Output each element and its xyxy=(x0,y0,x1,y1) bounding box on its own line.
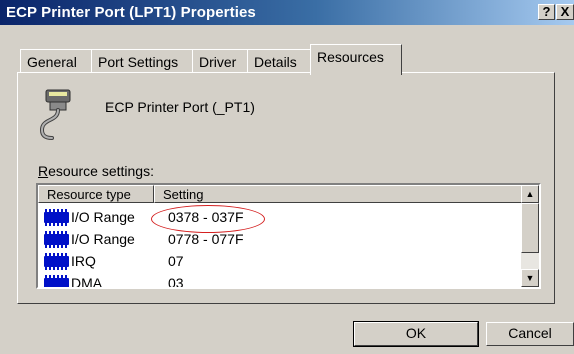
parallel-port-cable-icon xyxy=(39,89,71,140)
tab-general[interactable]: General xyxy=(20,49,92,73)
resource-settings-label: Resource settings: xyxy=(38,163,154,179)
resource-type: I/O Range xyxy=(71,231,135,247)
chip-icon xyxy=(44,253,69,270)
column-header-label: Resource type xyxy=(47,187,131,202)
help-button[interactable]: ? xyxy=(538,4,555,20)
tab-port-settings[interactable]: Port Settings xyxy=(91,49,193,73)
column-header-resource-type[interactable]: Resource type xyxy=(38,185,154,203)
title-bar[interactable]: ECP Printer Port (LPT1) Properties ? X xyxy=(0,0,574,25)
resource-setting: 0378 - 037F xyxy=(168,209,244,225)
scroll-up-arrow-icon[interactable]: ▲ xyxy=(521,185,539,203)
resource-setting: 07 xyxy=(168,253,184,269)
window-title: ECP Printer Port (LPT1) Properties xyxy=(6,4,256,21)
column-header-label: Setting xyxy=(163,187,204,202)
tab-driver[interactable]: Driver xyxy=(192,49,248,73)
vertical-scrollbar[interactable]: ▲ ▼ xyxy=(521,185,539,287)
accelerator-key: R xyxy=(38,163,49,179)
resource-setting: 0778 - 077F xyxy=(168,231,244,247)
properties-dialog: ECP Printer Port (LPT1) Properties ? X G… xyxy=(0,0,574,354)
scroll-thumb[interactable] xyxy=(521,203,539,253)
resource-type: DMA xyxy=(71,275,103,289)
tab-label: Details xyxy=(254,54,297,70)
chip-icon xyxy=(44,209,69,226)
close-button[interactable]: X xyxy=(556,4,574,20)
chip-icon xyxy=(44,231,69,248)
resource-setting: 03 xyxy=(168,275,184,289)
resource-settings-label-text: esource settings: xyxy=(48,163,154,179)
cancel-button[interactable]: Cancel xyxy=(486,322,574,346)
resource-type: IRQ xyxy=(71,253,96,269)
tab-label: Driver xyxy=(199,54,237,70)
ok-button[interactable]: OK xyxy=(353,321,479,347)
chip-icon xyxy=(44,275,69,287)
tab-label: Resources xyxy=(317,49,384,65)
tab-details[interactable]: Details xyxy=(247,49,311,73)
resource-type: I/O Range xyxy=(71,209,135,225)
column-header-setting[interactable]: Setting xyxy=(154,185,523,203)
resource-list[interactable]: Resource type Setting I/O Range 0378 - 0… xyxy=(36,183,541,289)
device-name: ECP Printer Port (_PT1) xyxy=(105,99,255,115)
tab-label: General xyxy=(27,54,77,70)
scroll-down-arrow-icon[interactable]: ▼ xyxy=(521,269,539,287)
tab-resources[interactable]: Resources xyxy=(310,44,402,75)
tab-label: Port Settings xyxy=(98,54,179,70)
